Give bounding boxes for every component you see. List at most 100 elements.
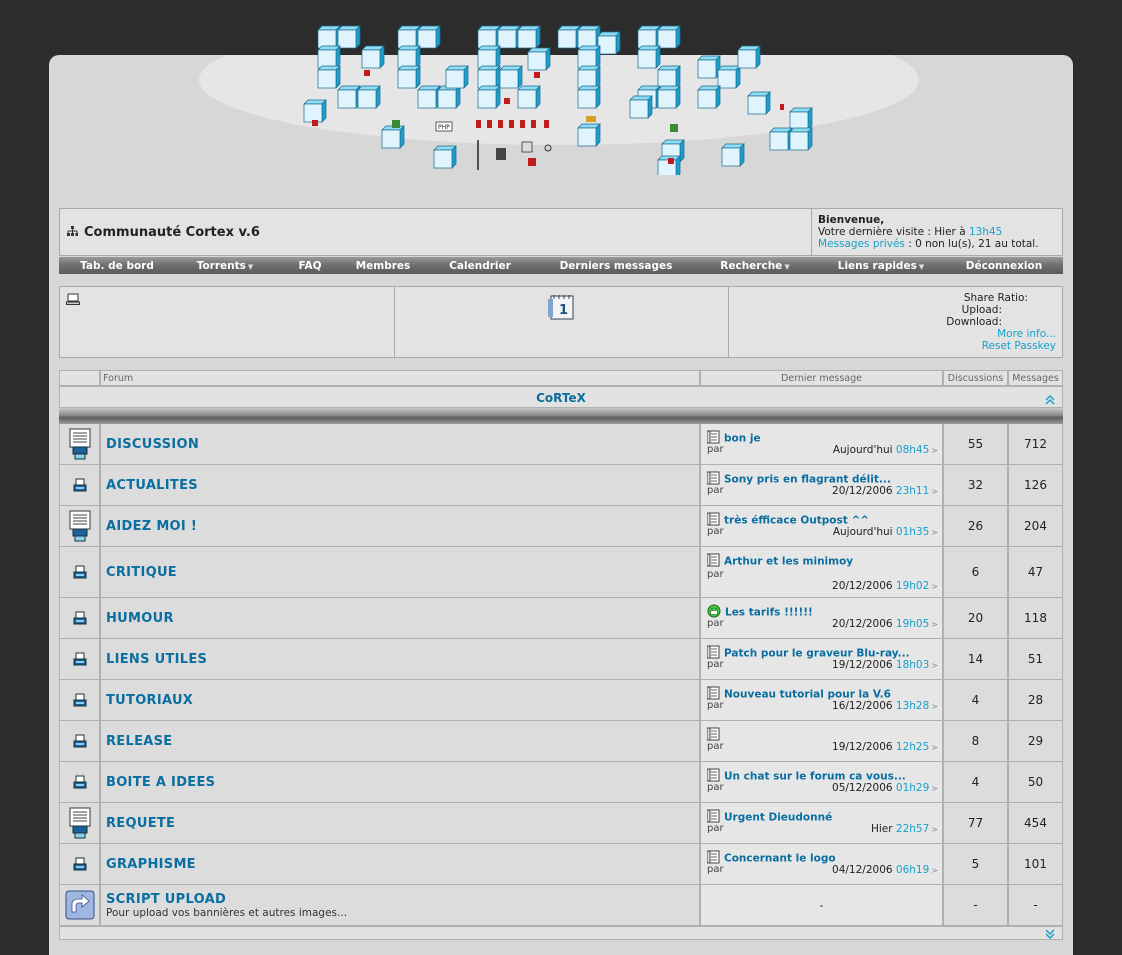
info-left	[60, 287, 395, 357]
discussions-count: 6	[943, 547, 1008, 598]
forum-icon-cell	[59, 844, 100, 885]
nav-item-6[interactable]: Recherche ▼	[693, 260, 817, 272]
forum-name-cell: ACTUALITES	[100, 465, 700, 506]
forum-name-link[interactable]: TUTORIAUX	[106, 693, 699, 708]
goto-last-post-icon[interactable]: >	[931, 784, 938, 793]
goto-last-post-icon[interactable]: >	[931, 620, 938, 629]
forum-row: AIDEZ MOI ! très éfficace Outpost ^^ par Au…	[59, 506, 1063, 547]
forum-name-cell: HUMOUR	[100, 598, 700, 639]
goto-last-post-icon[interactable]: >	[931, 743, 938, 752]
nav-item-3[interactable]: Membres	[345, 260, 421, 272]
discussions-count: 5	[943, 844, 1008, 885]
nav-item-5[interactable]: Derniers messages	[539, 260, 693, 272]
sitemap-icon[interactable]	[66, 225, 78, 240]
last-post-link[interactable]: Nouveau tutorial pour la V.6	[724, 689, 891, 701]
last-post-link[interactable]: bon je	[724, 433, 761, 445]
last-post-title: Concernant le logo	[706, 850, 836, 867]
col-last-header: Dernier message	[700, 370, 943, 386]
nav-item-4[interactable]: Calendrier	[421, 260, 539, 272]
col-icon-header	[59, 370, 100, 386]
forum-name-link[interactable]: LIENS UTILES	[106, 652, 699, 667]
goto-last-post-icon[interactable]: >	[931, 446, 938, 455]
nav-label: Tab. de bord	[80, 259, 154, 272]
last-post-link[interactable]: Patch pour le graveur Blu-ray...	[724, 648, 910, 660]
messages-count: -	[1008, 885, 1063, 926]
last-post-title: Urgent Dieudonné	[706, 809, 832, 826]
pm-link[interactable]: Messages privés	[818, 238, 905, 250]
last-post-date: 20/12/2006 23h11 >	[832, 485, 938, 497]
last-post-time: 19h05	[895, 618, 930, 630]
forum-name-link[interactable]: AIDEZ MOI !	[106, 519, 699, 534]
calendar-icon[interactable]: 1	[547, 292, 577, 325]
last-post-day: Hier	[870, 823, 893, 835]
forum-name-link[interactable]: DISCUSSION	[106, 437, 699, 452]
messages-count: 50	[1008, 762, 1063, 803]
forum-icon-cell	[59, 721, 100, 762]
nav-label: Liens rapides	[837, 259, 917, 272]
last-post-date: Aujourd'hui 01h35 >	[833, 526, 938, 538]
forum-name-link[interactable]: ACTUALITES	[106, 478, 699, 493]
forum-icon-cell	[59, 465, 100, 506]
nav-item-1[interactable]: Torrents ▼	[175, 260, 275, 272]
forum-name-link[interactable]: GRAPHISME	[106, 857, 699, 872]
forum-row: CRITIQUE Arthur et les minimoy par 20/12/20…	[59, 547, 1063, 598]
forum-row: REQUETE Urgent Dieudonné par Hier 22h57 >77 4…	[59, 803, 1063, 844]
logo-image: PHP	[303, 25, 813, 179]
discussions-count: 55	[943, 424, 1008, 465]
goto-last-post-icon[interactable]: >	[931, 487, 938, 496]
nav-item-8[interactable]: Déconnexion	[945, 260, 1063, 272]
last-post-link[interactable]: Les tarifs !!!!!!	[725, 607, 813, 619]
last-post-link[interactable]: Arthur et les minimoy	[724, 556, 853, 568]
forum-icon-cell	[59, 885, 100, 926]
last-visit-label: Votre dernière visite : Hier à	[818, 226, 969, 238]
discussions-count: 8	[943, 721, 1008, 762]
last-post-date: 20/12/2006 19h02 >	[832, 580, 938, 592]
upload-label: Upload:	[961, 304, 1002, 316]
last-post-by: par	[707, 700, 724, 711]
goto-last-post-icon[interactable]: >	[931, 528, 938, 537]
category-link[interactable]: CoRTeX	[536, 391, 586, 405]
main-nav: Tab. de bord Torrents ▼ FAQ Membres Calendrie…	[59, 257, 1063, 274]
nav-item-0[interactable]: Tab. de bord	[59, 260, 175, 272]
last-post-link[interactable]: Sony pris en flagrant délit...	[724, 474, 891, 486]
goto-last-post-icon[interactable]: >	[931, 866, 938, 875]
forum-title-area: Communauté Cortex v.6	[60, 209, 812, 255]
last-post-time: 13h28	[895, 700, 930, 712]
category-divider	[59, 408, 1063, 424]
welcome-panel: Bienvenue, Votre dernière visite : Hier …	[812, 209, 1062, 255]
goto-last-post-icon[interactable]: >	[931, 661, 938, 670]
folder-icon	[73, 611, 87, 625]
forum-title[interactable]: Communauté Cortex v.6	[84, 225, 260, 240]
goto-last-post-icon[interactable]: >	[931, 582, 938, 591]
last-post-link[interactable]: Urgent Dieudonné	[724, 812, 832, 824]
goto-last-post-icon[interactable]: >	[931, 825, 938, 834]
messages-count: 51	[1008, 639, 1063, 680]
last-post-date: 05/12/2006 01h29 >	[832, 782, 938, 794]
reset-passkey-link[interactable]: Reset Passkey	[982, 340, 1056, 352]
last-post-cell: Un chat sur le forum ca vous... par 05/12/…	[700, 762, 943, 803]
forum-name-link[interactable]: REQUETE	[106, 816, 699, 831]
more-info-link[interactable]: More info...	[997, 328, 1056, 340]
last-post-day: 20/12/2006	[832, 618, 893, 630]
collapse-down-icon[interactable]	[1044, 928, 1056, 943]
forum-name-link[interactable]: RELEASE	[106, 734, 699, 749]
last-post-link[interactable]: Concernant le logo	[724, 853, 836, 865]
last-post-cell: Nouveau tutorial pour la V.6 par 16/12/200…	[700, 680, 943, 721]
ratio-panel: Share Ratio: Upload: Download: More info…	[729, 287, 1062, 357]
site-logo[interactable]: PHP	[300, 20, 830, 179]
folder-icon	[73, 775, 87, 789]
last-post-link[interactable]: Un chat sur le forum ca vous...	[724, 771, 906, 783]
last-post-title: Arthur et les minimoy	[706, 553, 853, 570]
nav-item-2[interactable]: FAQ	[275, 260, 345, 272]
dropdown-arrow-icon: ▼	[918, 262, 925, 271]
last-post-by: par	[707, 782, 724, 793]
last-post-link[interactable]: très éfficace Outpost ^^	[724, 515, 869, 527]
forum-name-link[interactable]: SCRIPT UPLOAD	[106, 892, 699, 907]
goto-last-post-icon[interactable]: >	[931, 702, 938, 711]
nav-label: FAQ	[298, 259, 322, 272]
forum-name-link[interactable]: HUMOUR	[106, 611, 699, 626]
nav-item-7[interactable]: Liens rapides ▼	[817, 260, 945, 272]
forum-name-link[interactable]: BOITE A IDEES	[106, 775, 699, 790]
no-last-post: -	[819, 898, 824, 912]
forum-name-link[interactable]: CRITIQUE	[106, 565, 699, 580]
